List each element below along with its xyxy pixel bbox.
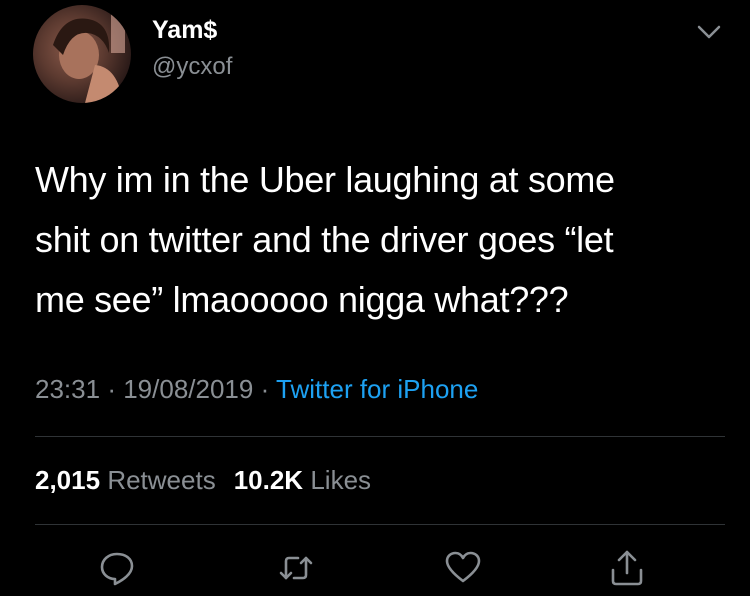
tweet-stats: 2,015 Retweets 10.2K Likes: [35, 465, 371, 496]
user-handle[interactable]: @ycxof: [152, 53, 232, 81]
display-name[interactable]: Yam$: [152, 16, 217, 45]
tweet-text: Why im in the Uber laughing at some shit…: [35, 150, 725, 330]
retweet-icon[interactable]: [276, 548, 316, 588]
tweet-time: 23:31: [35, 374, 101, 404]
avatar[interactable]: [33, 5, 131, 103]
tweet-detail: Yam$ @ycxof Why im in the Uber laughing …: [0, 0, 750, 596]
share-icon[interactable]: [607, 548, 647, 588]
heart-icon[interactable]: [443, 548, 483, 588]
tweet-date: 19/08/2019: [123, 374, 254, 404]
meta-separator: ·: [260, 374, 270, 404]
retweets-count: 2,015: [35, 465, 101, 495]
divider: [35, 436, 725, 437]
avatar-image: [53, 13, 125, 103]
retweets-label: Retweets: [107, 465, 216, 495]
tweet-text-line: shit on twitter and the driver goes “let: [35, 219, 614, 260]
tweet-text-line: me see” lmaooooo nigga what???: [35, 279, 569, 320]
likes-count: 10.2K: [233, 465, 304, 495]
retweets-stat[interactable]: 2,015 Retweets: [35, 465, 216, 495]
reply-icon[interactable]: [97, 548, 137, 588]
chevron-down-icon[interactable]: [695, 22, 723, 42]
meta-separator: ·: [107, 374, 116, 404]
divider: [35, 524, 725, 525]
likes-stat[interactable]: 10.2K Likes: [234, 465, 371, 495]
tweet-source-link[interactable]: Twitter for iPhone: [276, 374, 478, 404]
likes-label: Likes: [310, 465, 372, 495]
tweet-text-line: Why im in the Uber laughing at some: [35, 159, 615, 200]
tweet-meta: 23:31 · 19/08/2019 · Twitter for iPhone: [35, 374, 478, 405]
